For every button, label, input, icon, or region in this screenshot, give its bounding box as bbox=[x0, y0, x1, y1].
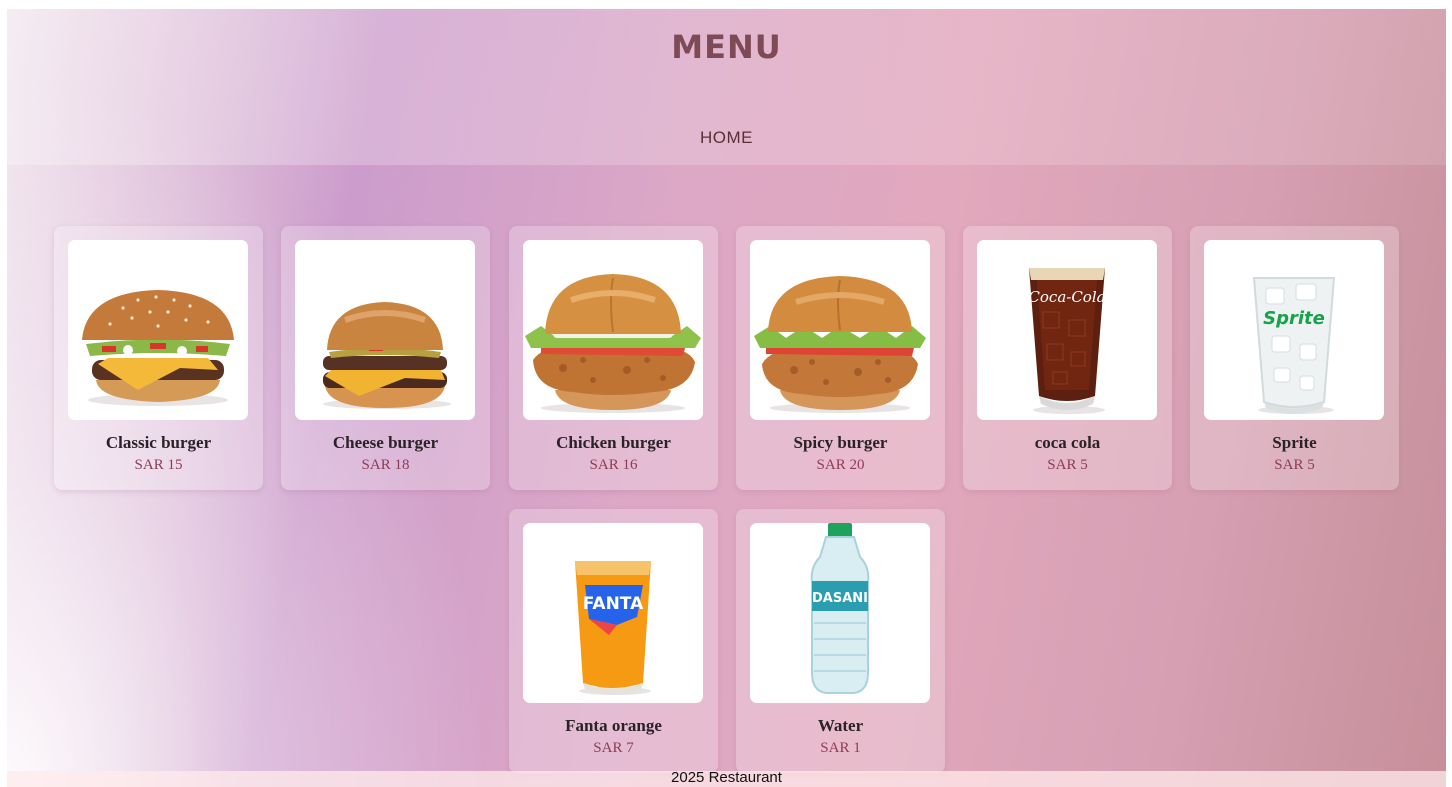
menu-item-card[interactable]: Spicy burger SAR 20 bbox=[736, 226, 945, 490]
menu-item-name: Chicken burger bbox=[556, 433, 671, 452]
menu-item-name: coca cola bbox=[1034, 433, 1101, 452]
menu-item-card[interactable]: Coca-Cola coca cola SAR 5 bbox=[963, 226, 1172, 490]
menu-item-card[interactable]: Chicken burger SAR 16 bbox=[509, 226, 718, 490]
footer-text: 2025 Restaurant bbox=[671, 769, 782, 786]
menu-item-name: Cheese burger bbox=[332, 433, 439, 452]
menu-item-name: Sprite bbox=[1272, 433, 1317, 452]
menu-item-name: Spicy burger bbox=[793, 433, 888, 452]
menu-item-name: Fanta orange bbox=[565, 716, 662, 735]
page: MENU HOME Classic burger SAR 15 Cheese b… bbox=[7, 9, 1446, 787]
spicy-burger-image bbox=[750, 240, 930, 420]
sprite-logo-text: Sprite bbox=[1263, 308, 1325, 329]
menu-item-card[interactable]: Sprite Sprite SAR 5 bbox=[1190, 226, 1399, 490]
coca-cola-image: Coca-Cola bbox=[977, 240, 1157, 420]
dasani-logo-text: DASANI bbox=[812, 591, 868, 606]
coca-cola-logo-text: Coca-Cola bbox=[1028, 288, 1105, 306]
sprite-image: Sprite bbox=[1204, 240, 1384, 420]
menu-item-price: SAR 20 bbox=[816, 457, 865, 473]
menu-item-card[interactable]: Classic burger SAR 15 bbox=[54, 226, 263, 490]
menu-item-card[interactable]: DASANI Water SAR 1 bbox=[736, 509, 945, 773]
menu-item-price: SAR 5 bbox=[1274, 457, 1315, 473]
cheese-burger-image bbox=[295, 240, 475, 420]
menu-item-name: Classic burger bbox=[105, 433, 212, 452]
menu-item-price: SAR 1 bbox=[820, 740, 861, 756]
fanta-image: FANTA bbox=[523, 523, 703, 703]
menu-item-name: Water bbox=[817, 716, 864, 735]
chicken-burger-image bbox=[523, 240, 703, 420]
menu-item-card[interactable]: FANTA Fanta orange SAR 7 bbox=[509, 509, 718, 773]
menu-grid: Classic burger SAR 15 Cheese burger SAR … bbox=[7, 9, 1446, 787]
menu-item-price: SAR 5 bbox=[1047, 457, 1088, 473]
menu-item-price: SAR 16 bbox=[589, 457, 638, 473]
menu-item-card[interactable]: Cheese burger SAR 18 bbox=[281, 226, 490, 490]
menu-item-price: SAR 15 bbox=[134, 457, 183, 473]
menu-item-price: SAR 18 bbox=[361, 457, 410, 473]
fanta-logo-text: FANTA bbox=[583, 594, 644, 614]
menu-item-price: SAR 7 bbox=[593, 740, 634, 756]
site-footer: 2025 Restaurant bbox=[7, 769, 1446, 787]
water-bottle-image: DASANI bbox=[750, 523, 930, 703]
classic-burger-image bbox=[68, 240, 248, 420]
